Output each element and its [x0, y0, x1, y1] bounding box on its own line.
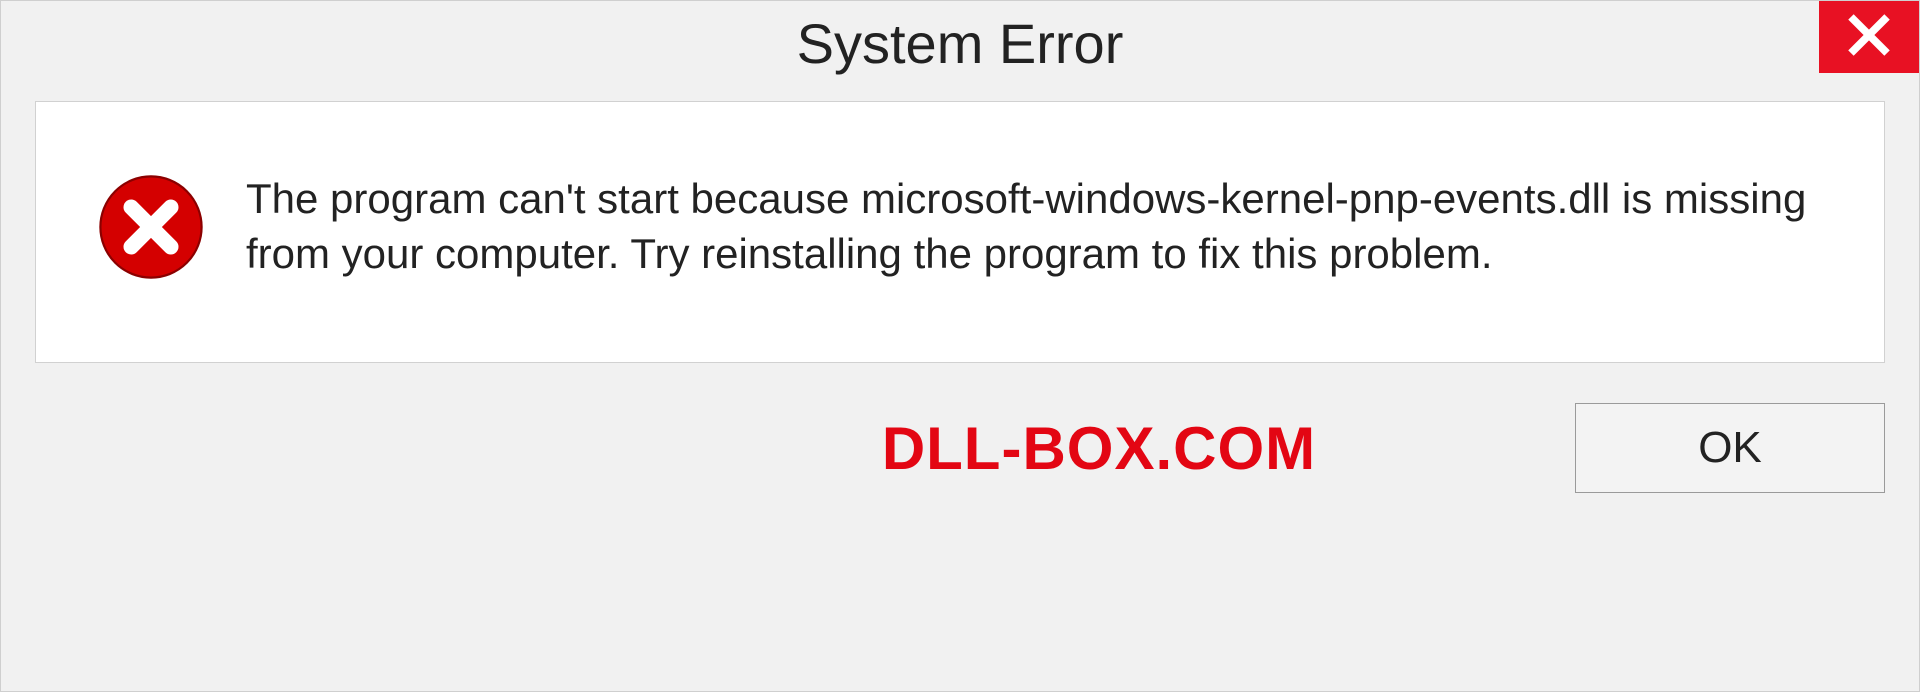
title-bar: System Error	[1, 1, 1919, 101]
close-button[interactable]	[1819, 1, 1919, 73]
dialog-footer: DLL-BOX.COM OK	[35, 363, 1885, 523]
ok-button-label: OK	[1698, 423, 1762, 473]
ok-button[interactable]: OK	[1575, 403, 1885, 493]
watermark-text: DLL-BOX.COM	[882, 414, 1316, 483]
message-panel: The program can't start because microsof…	[35, 101, 1885, 363]
error-message: The program can't start because microsof…	[246, 172, 1824, 281]
close-icon	[1846, 12, 1892, 63]
window-title: System Error	[797, 11, 1124, 76]
error-circle-icon	[96, 172, 206, 282]
